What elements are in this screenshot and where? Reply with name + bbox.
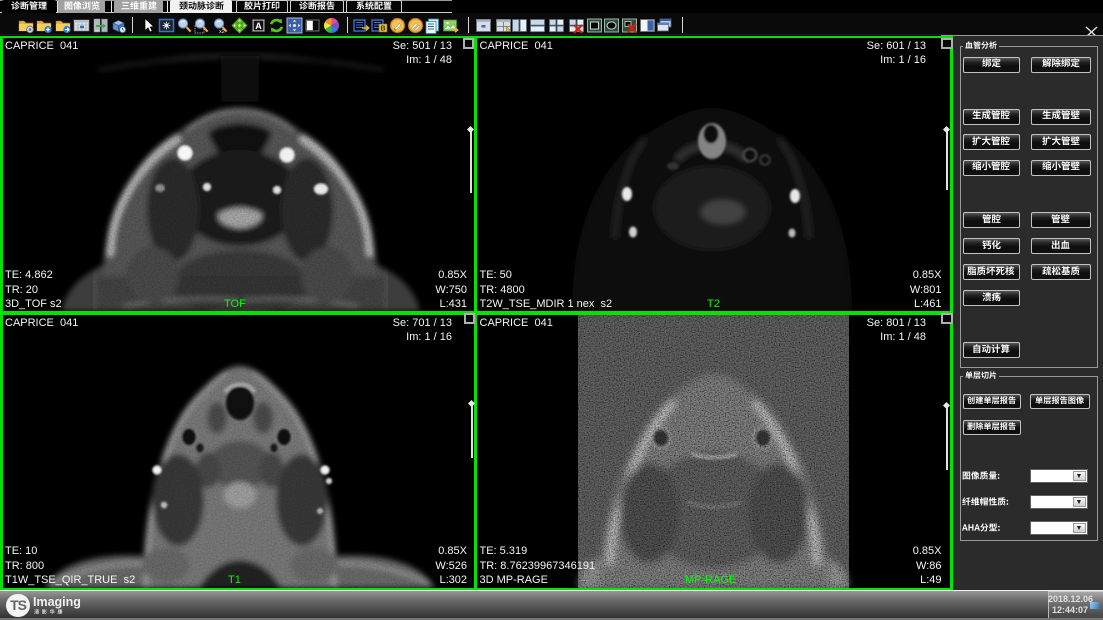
svg-text:x2: x2 (219, 29, 225, 34)
svg-text:B: B (380, 26, 385, 33)
svg-text:A: A (255, 21, 262, 31)
